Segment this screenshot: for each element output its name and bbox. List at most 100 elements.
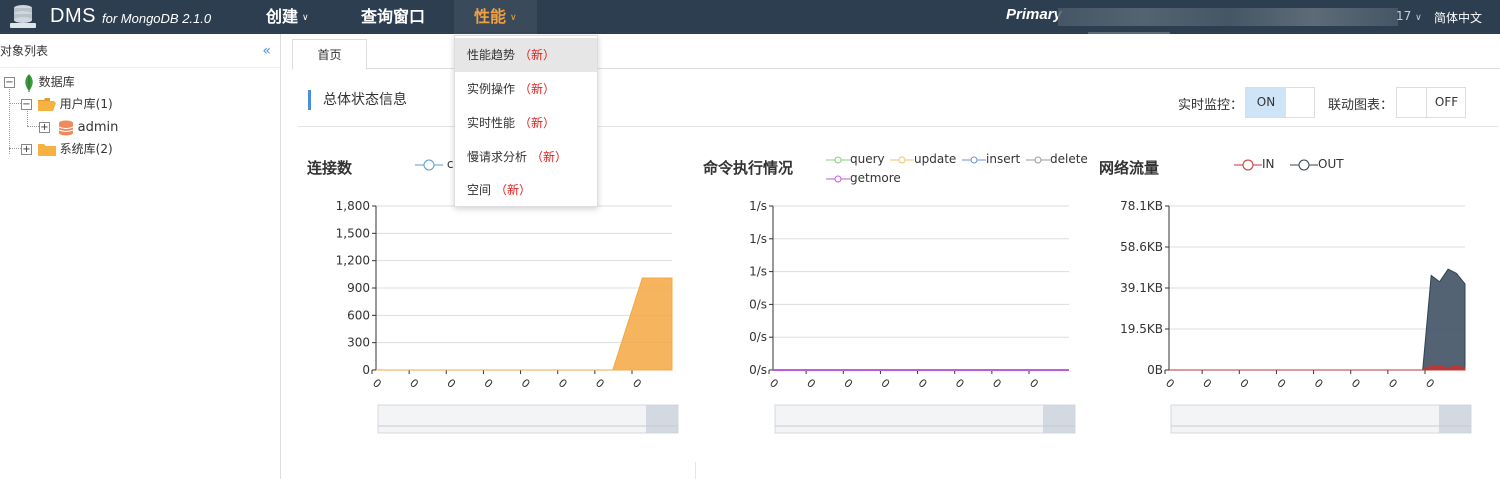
y-tick-label: 78.1KB [1120, 199, 1163, 213]
menu-item-instance-ops[interactable]: 实例操作 （新） [455, 72, 597, 106]
y-tick-label: 39.1KB [1120, 281, 1163, 295]
x-tick-label: 0 [1027, 376, 1041, 390]
chevron-down-icon: ∨ [302, 13, 309, 23]
menu-item-label: 慢请求分析 [467, 150, 528, 164]
legend-line-icon [962, 156, 986, 163]
redacted-instance-info [1058, 8, 1398, 26]
tree-node-label: admin [77, 120, 119, 135]
legend-item[interactable]: OUT [1290, 157, 1344, 171]
legend-line-icon [826, 156, 850, 163]
legend-line-icon [415, 159, 443, 170]
legend-label: c [446, 157, 454, 171]
legend-item[interactable]: insert [962, 152, 1020, 166]
y-tick-label: 0/s [749, 330, 767, 344]
new-tag: （新） [519, 48, 556, 62]
nav-create-label: 创建 [266, 7, 299, 26]
tree-node-databases[interactable]: − 数据库 [4, 72, 75, 92]
performance-dropdown-menu: 性能趋势 （新） 实例操作 （新） 实时性能 （新） 慢请求分析 （新） 空间 （新） [454, 35, 598, 207]
y-tick-label: 1/s [749, 232, 767, 246]
x-tick-label: 0 [370, 376, 384, 390]
tab-home[interactable]: 首页 [292, 39, 367, 70]
tree-node-admin[interactable]: + admin [39, 117, 118, 137]
legend-line-icon [1290, 159, 1318, 170]
collapse-toggle-icon[interactable]: − [21, 99, 32, 110]
y-tick-label: 58.6KB [1120, 240, 1163, 254]
top-bar: DMS for MongoDB 2.1.0 创建 ∨ 查询窗口 性能 ∨ Prima… [0, 0, 1500, 34]
instance-menu[interactable]: 17 ∨ [1396, 9, 1422, 23]
legend-line-icon [1026, 156, 1050, 163]
linked-charts-toggle[interactable]: OFF [1396, 87, 1466, 118]
x-tick-label: 0 [407, 376, 421, 390]
nav-performance[interactable]: 性能 ∨ [454, 0, 537, 34]
x-tick-label: 0 [482, 376, 496, 390]
menu-item-label: 空间 [467, 183, 492, 197]
x-tick-label: 0 [841, 376, 855, 390]
y-tick-label: 300 [347, 336, 370, 350]
menu-item-label: 实例操作 [467, 82, 516, 96]
network-chart: 78.1KB58.6KB39.1KB19.5KB0B0 0 0 0 0 0 0 0 [1120, 199, 1472, 434]
legend-item[interactable]: getmore [826, 171, 901, 185]
legend-item[interactable]: delete [1026, 152, 1088, 166]
nav-create[interactable]: 创建 ∨ [266, 0, 309, 34]
instance-menu-label: 17 [1396, 9, 1412, 23]
x-tick-label: 0 [1386, 376, 1400, 390]
brand-version: for MongoDB 2.1.0 [102, 11, 212, 26]
chart-title-connections: 连接数 [307, 159, 353, 177]
nav-query-window-label: 查询窗口 [361, 7, 426, 26]
menu-item-space[interactable]: 空间 （新） [455, 173, 597, 207]
menu-item-performance-trend[interactable]: 性能趋势 （新） [455, 38, 597, 72]
expand-toggle-icon[interactable]: + [39, 122, 50, 133]
new-tag: （新） [519, 116, 556, 130]
legend-item[interactable]: query [826, 152, 885, 166]
legend-line-icon [890, 156, 914, 163]
database-icon [58, 120, 74, 135]
chevron-down-icon: ∨ [1415, 13, 1422, 23]
legend-item[interactable]: update [890, 152, 956, 166]
x-tick-label: 0 [879, 376, 893, 390]
legend-label: insert [986, 152, 1021, 166]
y-tick-label: 0/s [749, 297, 767, 311]
y-tick-label: 600 [347, 308, 370, 322]
y-tick-label: 19.5KB [1120, 322, 1163, 336]
menu-item-slow-query[interactable]: 慢请求分析 （新） [455, 140, 597, 174]
legend-label: OUT [1318, 157, 1344, 171]
nav-query-window[interactable]: 查询窗口 [361, 0, 425, 34]
y-tick-label: 0 [362, 363, 370, 377]
y-tick-label: 1,500 [336, 226, 370, 240]
object-list-header: 对象列表 « [0, 34, 280, 68]
x-tick-label: 0 [1200, 376, 1214, 390]
linked-charts-label: 联动图表： [1328, 98, 1394, 113]
mongodb-leaf-icon [25, 73, 33, 92]
brand-title: DMS [50, 5, 96, 27]
x-tick-label: 0 [1423, 376, 1437, 390]
toggle-on-label: ON [1246, 88, 1286, 117]
x-tick-label: 0 [444, 376, 458, 390]
zoom-slider-track [774, 404, 1076, 434]
zoom-slider-track [1170, 404, 1472, 434]
collapse-toggle-icon[interactable]: − [4, 77, 15, 88]
tree-node-user-db[interactable]: − 用户库(1) [21, 94, 113, 114]
new-tag: （新） [519, 82, 556, 96]
legend-item[interactable]: IN [1234, 157, 1275, 171]
legend-item[interactable]: c [415, 157, 453, 171]
x-tick-label: 0 [1349, 376, 1363, 390]
legend-label: getmore [850, 171, 901, 185]
menu-item-realtime-perf[interactable]: 实时性能 （新） [455, 106, 597, 140]
x-tick-label: 0 [1312, 376, 1326, 390]
legend-label: query [850, 152, 885, 166]
x-tick-label: 0 [990, 376, 1004, 390]
realtime-monitor-toggle[interactable]: ON [1245, 87, 1315, 118]
dms-logo-icon [10, 5, 36, 28]
legend-label: update [914, 152, 957, 166]
expand-toggle-icon[interactable]: + [21, 144, 32, 155]
double-chevron-left-icon[interactable]: « [262, 34, 271, 68]
folder-icon [37, 144, 56, 156]
tree-node-system-db[interactable]: + 系统库(2) [21, 139, 113, 159]
tree-node-label: 用户库(1) [59, 97, 113, 111]
tree-node-label: 数据库 [38, 75, 75, 89]
connections-chart: 1,8001,5001,20090060030000 0 0 0 0 0 0 0 [336, 199, 679, 434]
language-selector[interactable]: 简体中文 [1434, 9, 1482, 26]
x-tick-label: 0 [630, 376, 644, 390]
x-tick-label: 0 [556, 376, 570, 390]
y-tick-label: 1,200 [336, 254, 370, 268]
